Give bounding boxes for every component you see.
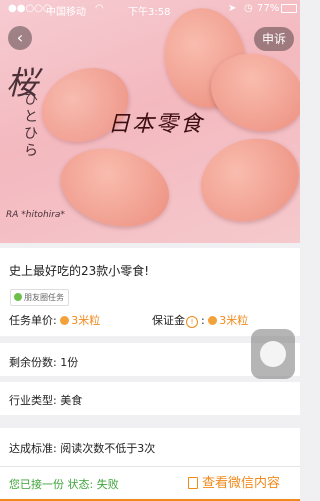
rice-coin-icon [208,316,218,325]
vertical-text: ひとひら [24,92,38,159]
standard-label: 达成标准: [9,442,57,455]
task-title: 史上最好吃的23款小零食! [9,264,150,278]
task-type-tag: 朋友圈任务 [10,289,69,306]
remaining-label: 剩余份数: [9,356,57,369]
deposit-value: 3米粒 [219,314,249,327]
assistive-touch-icon [260,341,286,367]
sub-brand-text: RA *hitohira* [6,210,65,220]
unit-price-row: 任务单价: 3米粒 [9,312,100,328]
brand-text: 日本零食 [108,112,205,137]
colon-text: : [201,314,205,327]
back-button[interactable]: ‹ [8,26,32,50]
industry-value: 美食 [60,394,83,407]
status-time: 下午3:58 [128,7,171,18]
industry-label: 行业类型: [9,394,57,407]
battery-icon [281,4,297,13]
assistive-touch-button[interactable] [251,329,295,379]
rice-coin-icon [60,316,70,325]
bottom-bar: 您已接一份 状态: 失败 查看微信内容 [0,466,300,501]
status-bar: ●●○○○ 中国移动 ◠ 下午3:58 ➤ ◷ 77% [0,0,300,18]
deposit-row: 保证金!: 3米粒 [152,312,248,328]
view-wechat-content-label: 查看微信内容 [202,476,281,491]
info-icon[interactable]: ! [186,316,198,328]
location-icon: ➤ [228,3,237,14]
standard-row: 达成标准: 阅读次数不低于3次 [9,440,155,456]
remaining-value: 1份 [60,356,79,369]
wifi-icon: ◠ [95,3,104,14]
task-status-text: 您已接一份 状态: 失败 [9,478,119,491]
industry-row: 行业类型: 美食 [9,392,82,408]
complain-button[interactable]: 申诉 [254,27,294,51]
deposit-label: 保证金 [152,314,185,327]
remaining-row: 剩余份数: 1份 [9,354,78,370]
alarm-icon: ◷ [244,3,253,14]
task-type-label: 朋友圈任务 [24,293,64,302]
cookie-5 [29,54,141,156]
document-icon [188,477,198,489]
unit-price-value: 3米粒 [71,314,101,327]
carrier-label: 中国移动 [46,7,86,18]
standard-value: 阅读次数不低于3次 [60,442,156,455]
unit-price-label: 任务单价: [9,314,57,327]
view-wechat-content-button[interactable]: 查看微信内容 [188,470,298,498]
cookie-4 [52,137,178,238]
battery-label: 77% [257,3,280,14]
cookie-3 [189,125,300,235]
hero-image: 桜 ひとひら 日本零食 RA *hitohira* ●●○○○ 中国移动 ◠ 下… [0,0,300,243]
chevron-left-icon: ‹ [16,28,24,47]
moments-icon [14,293,22,301]
